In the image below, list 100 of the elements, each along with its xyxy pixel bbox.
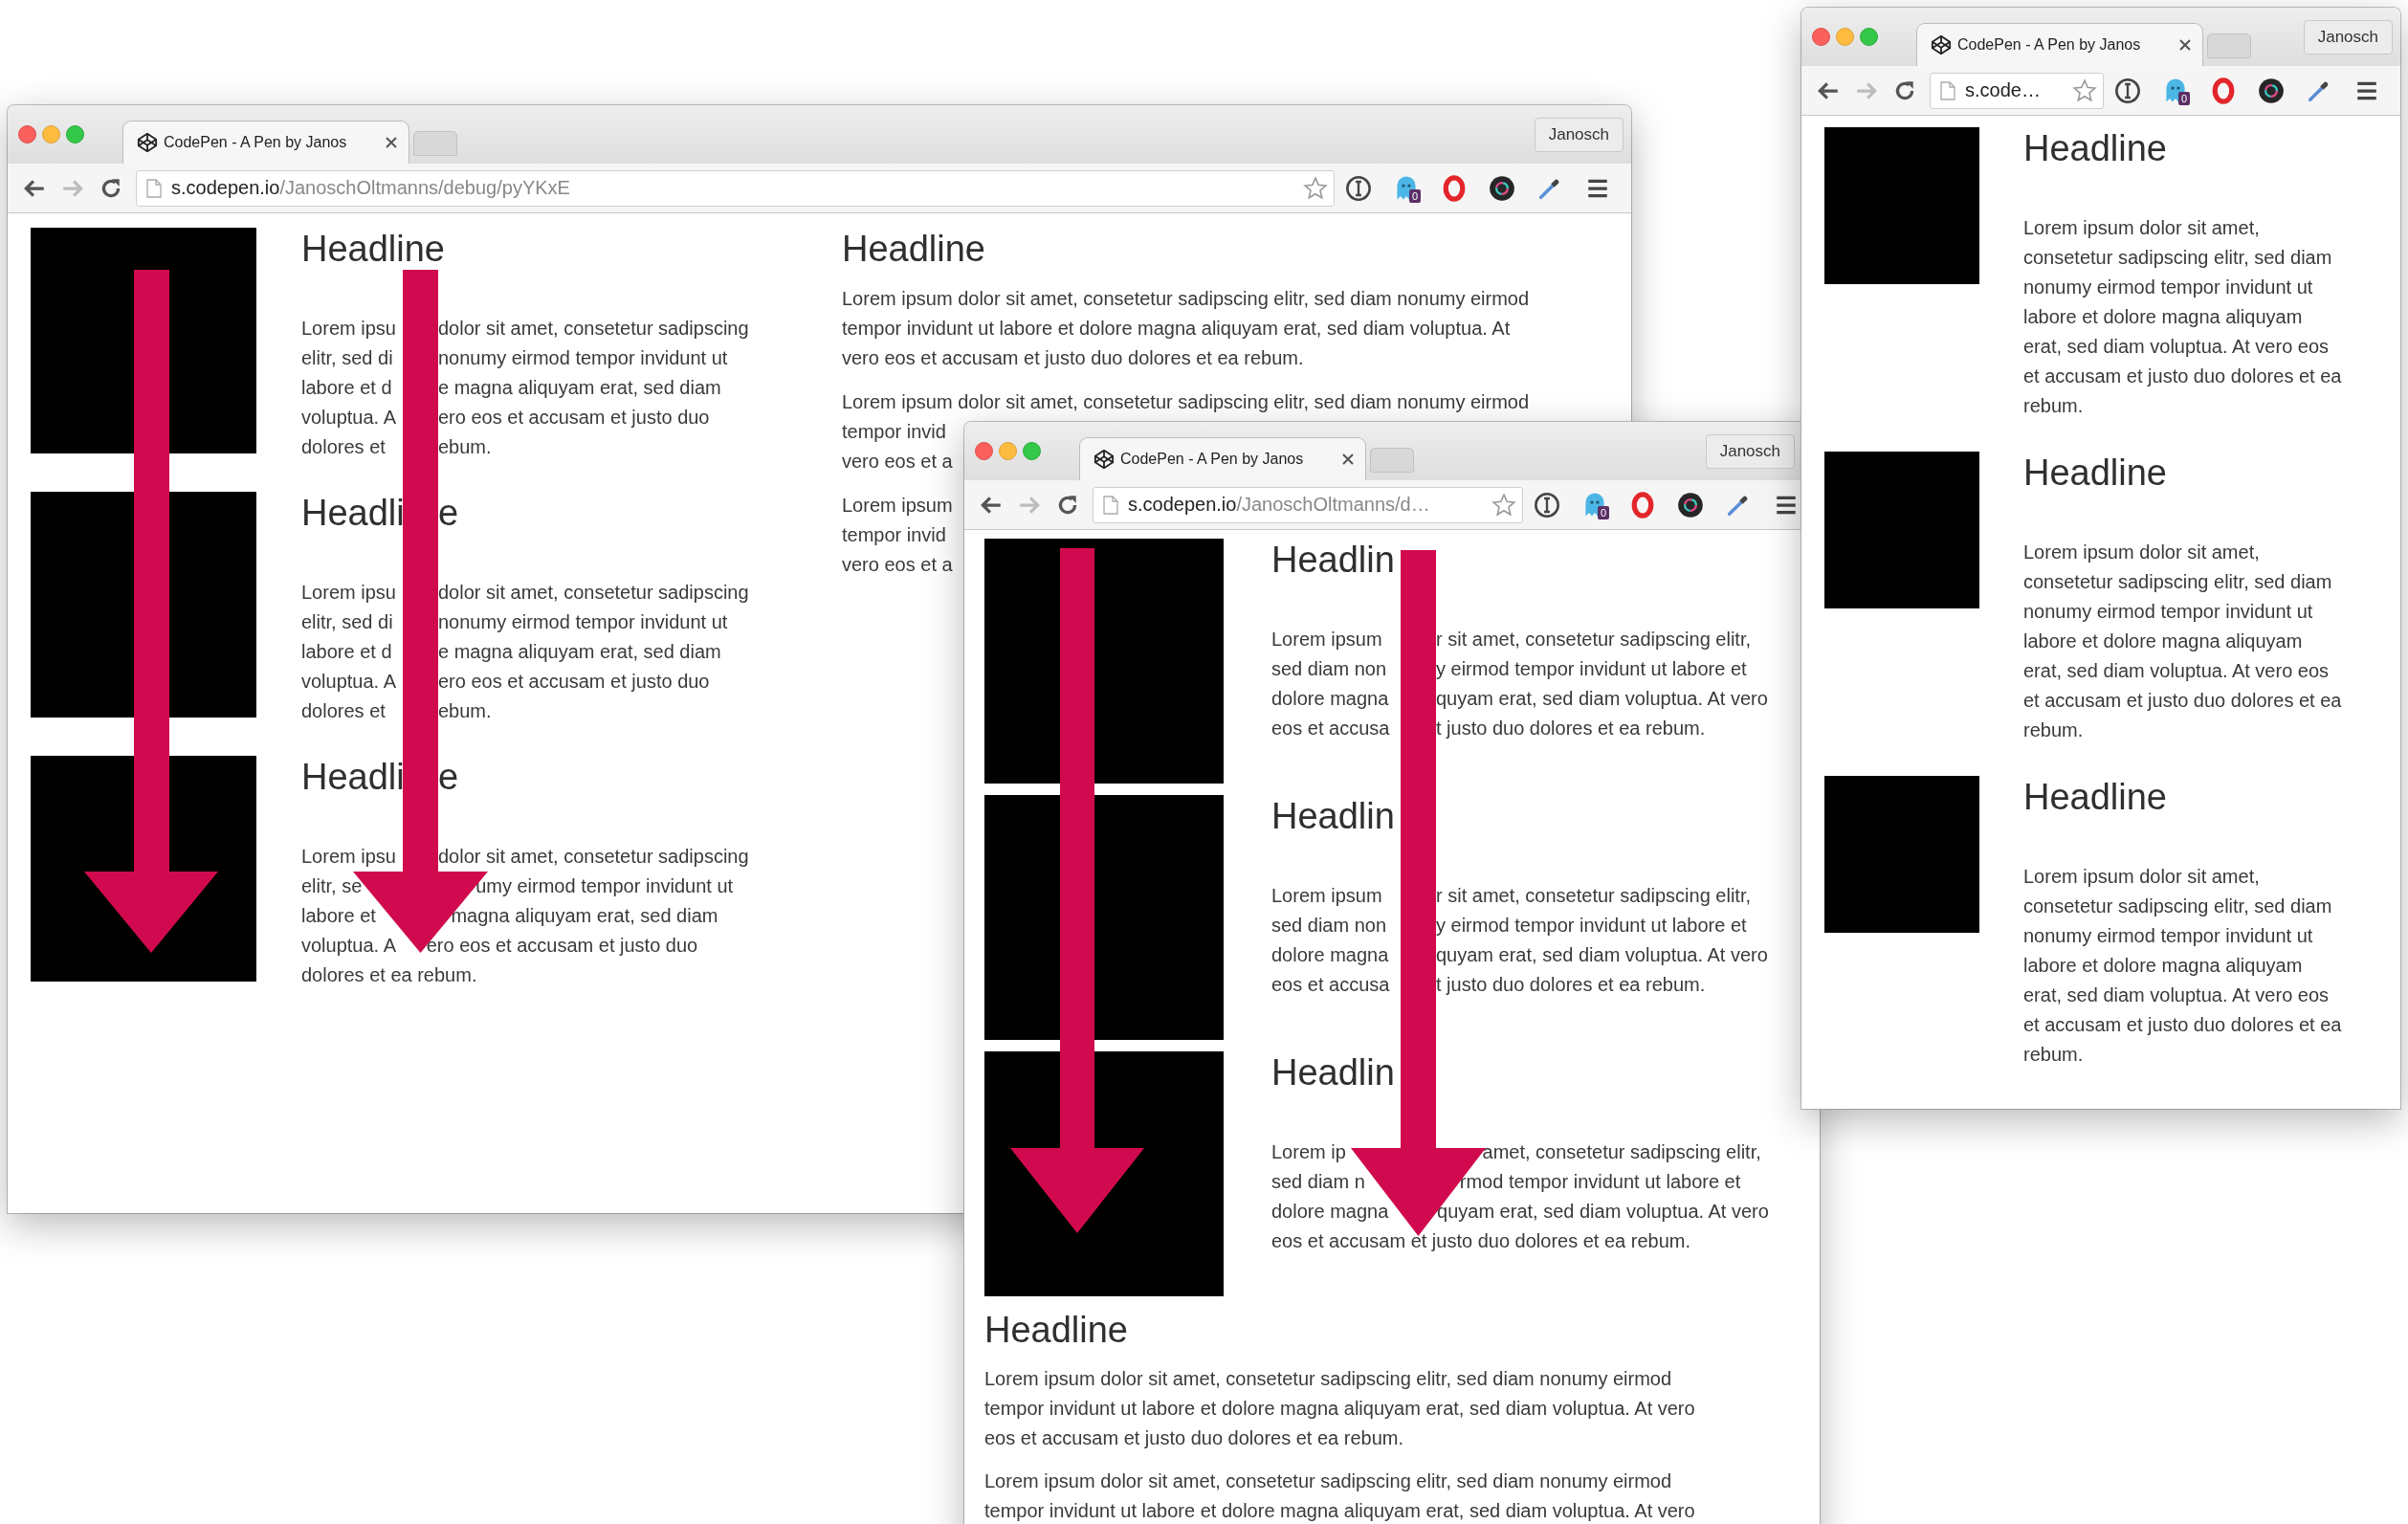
window-close-button[interactable] xyxy=(18,125,36,144)
profile-button[interactable]: Janosch xyxy=(1534,117,1624,152)
text-fragment: elitr, se xyxy=(301,874,363,898)
text-fragment: sed diam non xyxy=(1271,657,1387,681)
text-line: vero eos et a xyxy=(842,553,953,577)
text-line: Lorem ipsum xyxy=(842,494,953,518)
profile-button[interactable]: Janosch xyxy=(2303,19,2393,55)
paragraph: Lorem ipsum dolor sit amet, consetetur sadipscing elitr, sed diam nonumy eirmod tempor invidunt ut labore et dolore magna aliquyam erat, sed diam voluptua. At vero eos et accusam et justo duo dolores et ea rebum. xyxy=(2023,541,2342,742)
text-fragment: quyam erat, sed diam voluptua. At vero xyxy=(1436,943,1768,967)
text-fragment: labore et d xyxy=(301,640,392,664)
text-line: Lorem ipsum dolor sit amet, consetetur sadipscing elitr, sed diam nonumy eirmod xyxy=(842,390,1530,414)
color-wheel-icon[interactable] xyxy=(2258,77,2285,104)
text-fragment: dolore magna xyxy=(1271,943,1389,967)
text-fragment: t justo duo dolores et ea rebum. xyxy=(1436,973,1706,997)
text-fragment: dolore magna xyxy=(1271,687,1389,711)
star-icon[interactable] xyxy=(1491,492,1516,518)
paragraph: Lorem ipsum dolor sit amet, consetetur sadipscing elitr, sed diam nonumy eirmod tempor invidunt ut labore et dolore magna aliquyam erat, sed diam voluptua. At vero eos et accusam et justo duo dolores et ea rebum. xyxy=(2023,865,2342,1067)
text-line: dolores et ea rebum. xyxy=(301,963,477,987)
text-fragment: voluptua. A xyxy=(301,670,396,694)
text-line: tempor invid xyxy=(842,523,946,547)
text-fragment: sed diam n xyxy=(1271,1170,1365,1194)
headline: Headline xyxy=(2023,776,2168,818)
profile-button[interactable]: Janosch xyxy=(1705,433,1795,469)
text-fragment: elitr, sed di xyxy=(301,346,393,370)
info-icon[interactable] xyxy=(1345,174,1372,202)
headline-fragment: e xyxy=(438,756,459,798)
url-text: s.code… xyxy=(1965,79,2041,101)
text-fragment: voluptua. A xyxy=(301,406,396,430)
text-fragment: rmod tempor invidunt ut labore et xyxy=(1459,1170,1741,1194)
text-fragment: labore et d xyxy=(301,376,392,400)
star-icon[interactable] xyxy=(2072,77,2097,103)
text-fragment: r sit amet, consetetur sadipscing elitr, xyxy=(1436,628,1752,652)
color-wheel-icon[interactable] xyxy=(1489,174,1515,202)
close-icon[interactable] xyxy=(2179,39,2191,51)
paragraph: Lorem ipsum dolor sit amet, consetetur sadipscing elitr, sed diam nonumy eirmod tempor invidunt ut labore et dolore magna aliquyam erat, sed diam voluptua. At vero eos et accusam et justo duo dolores et ea rebum. xyxy=(2023,216,2342,418)
text-fragment: y eirmod tempor invidunt ut labore et xyxy=(1436,657,1747,681)
headline: Headline xyxy=(842,228,986,270)
text-line: eos et accusam et justo duo dolores et ea rebum. xyxy=(1271,1229,1691,1253)
headline: Headlin xyxy=(1271,539,1396,581)
text-line: tempor invid xyxy=(842,420,946,444)
text-fragment: nonumy eirmod tempor invidunt ut xyxy=(438,346,728,370)
color-wheel-icon[interactable] xyxy=(1677,491,1704,519)
info-icon[interactable] xyxy=(1534,491,1560,519)
text-fragment: Lorem ipsu xyxy=(301,317,396,341)
page-icon xyxy=(1103,495,1118,515)
text-fragment: dolor sit amet, consetetur sadipscing xyxy=(438,845,749,869)
browser-tab[interactable]: CodePen - A Pen by Janos xyxy=(1916,23,2203,66)
text-fragment: Lorem ipsum xyxy=(1271,628,1382,652)
headline: Headline xyxy=(984,1309,1129,1351)
text-fragment: quyam erat, sed diam voluptua. At vero xyxy=(1436,687,1768,711)
text-fragment: ero eos et accusam et justo duo xyxy=(438,670,710,694)
headline: Headline xyxy=(2023,452,2168,494)
text-fragment: dolores et xyxy=(301,699,386,723)
text-fragment: amet, consetetur sadipscing elitr, xyxy=(1482,1140,1761,1164)
text-fragment: e magna aliquyam erat, sed diam xyxy=(438,376,721,400)
text-fragment: quyam erat, sed diam voluptua. At vero xyxy=(1437,1200,1769,1224)
text-fragment: eos et accusa xyxy=(1271,717,1390,740)
page-icon xyxy=(146,178,162,198)
text-line: vero eos et a xyxy=(842,450,953,474)
text-fragment: dolores et xyxy=(301,435,386,459)
headline-fragment: e xyxy=(438,492,459,534)
ring-icon[interactable] xyxy=(1629,491,1656,519)
badge-count: 0 xyxy=(1409,189,1422,203)
text-fragment: labore et xyxy=(301,904,376,928)
headline-fragment: Headli xyxy=(301,756,405,798)
browser-tab[interactable]: CodePen - A Pen by Janos xyxy=(1079,437,1366,480)
headline: Headline xyxy=(2023,127,2168,169)
text-fragment: Lorem ipsu xyxy=(301,845,396,869)
text-fragment: ebum. xyxy=(438,699,492,723)
text-line: tempor invidunt ut labore et dolore magna aliquyam erat, sed diam voluptua. At xyxy=(842,317,1511,341)
text-line: Lorem ipsum dolor sit amet, consetetur sadipscing elitr, sed diam nonumy eirmod xyxy=(842,287,1530,311)
text-fragment: ero eos et accusam et justo duo xyxy=(438,406,710,430)
text-fragment: ero eos et accusam et justo duo xyxy=(426,934,698,958)
text-fragment: dolor sit amet, consetetur sadipscing xyxy=(438,317,749,341)
ring-icon[interactable] xyxy=(1441,174,1468,202)
text-fragment: Lorem ipsum xyxy=(1271,884,1382,908)
address-bar[interactable]: s.codepen.io/JanoschOltmanns/d… xyxy=(1093,486,1523,523)
address-bar[interactable]: s.code… xyxy=(1930,72,2104,109)
text-fragment: sed diam non xyxy=(1271,914,1387,938)
window-close-button[interactable] xyxy=(975,442,993,460)
text-fragment: e magna aliquyam erat, sed diam xyxy=(438,640,721,664)
close-icon[interactable] xyxy=(1342,453,1354,465)
paragraph: Lorem ipsum dolor sit amet, consetetur sadipscing elitr, sed diam nonumy eirmod tempor invidunt ut labore et dolore magna aliquyam erat, sed diam voluptua. At vero eos et accusam et justo duo dolores et ea rebum. xyxy=(984,1367,1696,1450)
text-fragment: magna aliquyam erat, sed diam xyxy=(451,904,718,928)
headline: Headlin xyxy=(1271,795,1396,837)
window-close-button[interactable] xyxy=(1812,28,1830,46)
ring-icon[interactable] xyxy=(2210,77,2237,104)
text-fragment: elitr, sed di xyxy=(301,610,393,634)
close-icon[interactable] xyxy=(386,137,397,148)
address-bar[interactable]: s.codepen.io/JanoschOltmanns/debug/pyYKxE xyxy=(136,169,1335,207)
text-fragment: nonumy eirmod tempor invidunt ut xyxy=(438,610,728,634)
page-icon xyxy=(1940,80,1955,100)
headline: Headline xyxy=(301,228,446,270)
browser-tab[interactable]: CodePen - A Pen by Janos xyxy=(122,121,409,164)
text-fragment: y eirmod tempor invidunt ut labore et xyxy=(1436,914,1747,938)
star-icon[interactable] xyxy=(1303,175,1328,201)
info-icon[interactable] xyxy=(2114,77,2141,104)
text-fragment: Lorem ipsu xyxy=(301,581,396,605)
url-text: s.codepen.io/JanoschOltmanns/debug/pyYKxE xyxy=(171,177,570,199)
text-fragment: ebum. xyxy=(438,435,492,459)
